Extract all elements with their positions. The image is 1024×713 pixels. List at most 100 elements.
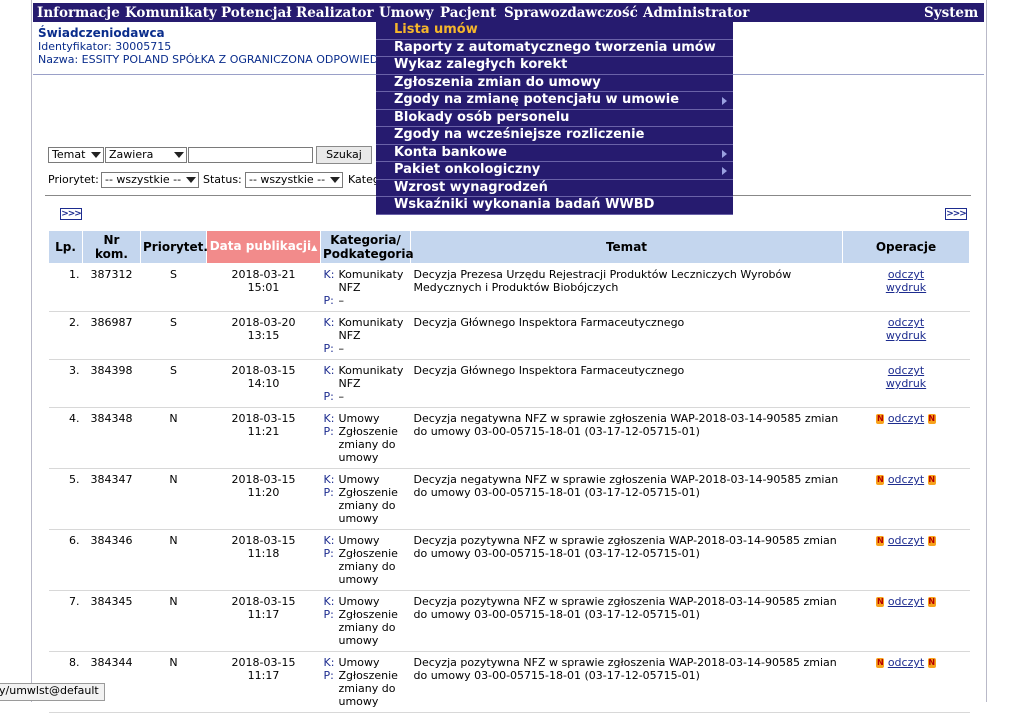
dropdown-item-wskaźniki-wykonania-badań-wwbd[interactable]: Wskaźniki wykonania badań WWBD <box>376 197 733 215</box>
page-border-left <box>31 0 32 702</box>
cell-date: 2018-03-21 15:01 <box>206 263 321 312</box>
read-link[interactable]: odczyt <box>888 412 924 425</box>
pager-next-left[interactable]: >>> <box>60 208 82 220</box>
subcategory-value: Zgłoszenie zmiany do umowy <box>338 608 398 647</box>
col-header-category[interactable]: Kategoria/ Podkategoria <box>320 230 414 264</box>
menu-komunikaty[interactable]: Komunikaty <box>125 5 217 21</box>
search-button[interactable]: Szukaj <box>316 146 372 164</box>
dropdown-item-blokady-osób-personelu[interactable]: Blokady osób personelu <box>376 109 733 127</box>
menu-sprawozdawczosc[interactable]: Sprawozdawczość <box>504 5 638 21</box>
k-prefix: K: <box>323 364 335 377</box>
print-link[interactable]: wydruk <box>886 377 926 390</box>
p-prefix: P: <box>323 608 334 621</box>
menu-informacje[interactable]: Informacje <box>37 5 120 21</box>
dropdown-item-konta-bankowe[interactable]: Konta bankowe <box>376 145 733 162</box>
provider-title: Świadczeniodawca <box>38 26 165 40</box>
p-prefix: P: <box>323 425 334 438</box>
dropdown-item-zgody-na-zmianę-potencjału-w-umowie[interactable]: Zgody na zmianę potencjału w umowie <box>376 92 733 110</box>
cell-ops: N odczyt N <box>842 590 970 652</box>
col-header-nr[interactable]: Nr kom. <box>82 230 141 264</box>
dropdown-item-label: Wskaźniki wykonania badań WWBD <box>394 197 655 212</box>
submenu-arrow-icon <box>722 149 727 158</box>
cell-date-day: 2018-03-15 <box>231 656 296 669</box>
cell-date-time: 11:21 <box>247 425 280 438</box>
chevron-down-icon <box>186 177 196 183</box>
cell-topic: Decyzja Głównego Inspektora Farmaceutycz… <box>410 311 843 360</box>
cell-date: 2018-03-15 11:18 <box>206 529 321 591</box>
search-field-select[interactable]: Temat <box>48 147 104 163</box>
col-header-ops: Operacje <box>842 230 970 264</box>
dropdown-item-label: Zgody na wcześniejsze rozliczenie <box>394 127 645 142</box>
read-link[interactable]: odczyt <box>888 534 924 547</box>
cell-date: 2018-03-15 14:10 <box>206 359 321 408</box>
dropdown-item-lista-umów[interactable]: Lista umów <box>376 22 733 40</box>
dropdown-item-wzrost-wynagrodzeń[interactable]: Wzrost wynagrodzeń <box>376 180 733 197</box>
status-select[interactable]: -- wszystkie -- <box>245 172 343 188</box>
table-row: 8. 384344 N 2018-03-15 11:17 K: Umowy P: Zgłosze… <box>48 651 970 713</box>
new-flag-icon: N <box>927 536 936 546</box>
print-link[interactable]: wydruk <box>886 329 926 342</box>
cell-lp: 3. <box>48 359 83 408</box>
cell-ops: odczyt wydruk <box>842 311 970 360</box>
read-link[interactable]: odczyt <box>888 364 924 377</box>
new-flag-icon: N <box>927 658 936 668</box>
cell-lp: 8. <box>48 651 83 713</box>
print-link[interactable]: wydruk <box>886 281 926 294</box>
dropdown-item-pakiet-onkologiczny[interactable]: Pakiet onkologiczny <box>376 162 733 180</box>
col-header-lp[interactable]: Lp. <box>48 230 83 264</box>
menu-pacjent[interactable]: Pacjent <box>440 5 496 21</box>
priority-select-value: -- wszystkie -- <box>105 173 182 186</box>
search-input[interactable] <box>188 147 313 163</box>
menu-realizator[interactable]: Realizator <box>296 5 374 21</box>
cell-date: 2018-03-15 11:20 <box>206 468 321 530</box>
dropdown-item-raporty-z-automatycznego-tworzenia-umów[interactable]: Raporty z automatycznego tworzenia umów <box>376 40 733 57</box>
table-row: 2. 386987 S 2018-03-20 13:15 K: Komunikaty NFZ… <box>48 311 970 360</box>
col-header-date[interactable]: Data publikacji▲ <box>206 230 321 264</box>
cell-ops: N odczyt N <box>842 468 970 530</box>
dropdown-item-zgłoszenia-zmian-do-umowy[interactable]: Zgłoszenia zmian do umowy <box>376 75 733 92</box>
k-prefix: K: <box>323 473 335 486</box>
read-link[interactable]: odczyt <box>888 316 924 329</box>
search-mode-select[interactable]: Zawiera <box>105 147 187 163</box>
cell-priority: N <box>140 529 207 591</box>
read-link[interactable]: odczyt <box>888 268 924 281</box>
category-value: Umowy <box>338 595 380 608</box>
menu-potencjal[interactable]: Potencjał <box>221 5 291 21</box>
provider-name: Nazwa: ESSITY POLAND SPÓŁKA Z OGRANICZON… <box>38 53 379 66</box>
p-prefix: P: <box>323 342 334 355</box>
priority-label: Priorytet: <box>48 173 99 186</box>
chevron-down-icon <box>330 177 340 183</box>
new-flag-icon: N <box>927 414 936 424</box>
category-p: P: Zgłoszenie zmiany do umowy <box>324 425 408 464</box>
p-prefix: P: <box>323 390 334 403</box>
dropdown-item-wykaz-zaległych-korekt[interactable]: Wykaz zaległych korekt <box>376 57 733 75</box>
cell-nr: 387312 <box>82 263 141 312</box>
category-k: K: Umowy <box>324 656 408 669</box>
menu-administrator[interactable]: Administrator <box>643 5 749 21</box>
dropdown-item-label: Zgody na zmianę potencjału w umowie <box>394 92 680 107</box>
read-link[interactable]: odczyt <box>888 473 924 486</box>
category-p: P: Zgłoszenie zmiany do umowy <box>324 608 408 647</box>
cell-category: K: Umowy P: Zgłoszenie zmiany do umowy <box>320 407 411 469</box>
cell-category: K: Umowy P: Zgłoszenie zmiany do umowy <box>320 529 411 591</box>
p-prefix: P: <box>323 486 334 499</box>
menu-system[interactable]: System <box>924 5 978 21</box>
menu-umowy[interactable]: Umowy <box>379 5 434 21</box>
category-value: Umowy <box>338 656 380 669</box>
col-header-topic[interactable]: Temat <box>410 230 843 264</box>
cell-ops: N odczyt N <box>842 407 970 469</box>
col-header-priority[interactable]: Priorytet. <box>140 230 208 264</box>
cell-date: 2018-03-15 11:21 <box>206 407 321 469</box>
read-link[interactable]: odczyt <box>888 595 924 608</box>
dropdown-item-zgody-na-wcześniejsze-rozliczenie[interactable]: Zgody na wcześniejsze rozliczenie <box>376 127 733 145</box>
cell-lp: 6. <box>48 529 83 591</box>
read-link[interactable]: odczyt <box>888 656 924 669</box>
cell-date: 2018-03-20 13:15 <box>206 311 321 360</box>
priority-select[interactable]: -- wszystkie -- <box>101 172 199 188</box>
k-prefix: K: <box>323 268 335 281</box>
dropdown-item-label: Blokady osób personelu <box>394 109 570 125</box>
table-row: 7. 384345 N 2018-03-15 11:17 K: Umowy P: Zgłosze… <box>48 590 970 652</box>
category-k: K: Komunikaty NFZ <box>324 268 408 294</box>
pager-next-right[interactable]: >>> <box>945 208 967 220</box>
cell-category: K: Komunikaty NFZ P: – <box>320 359 411 408</box>
